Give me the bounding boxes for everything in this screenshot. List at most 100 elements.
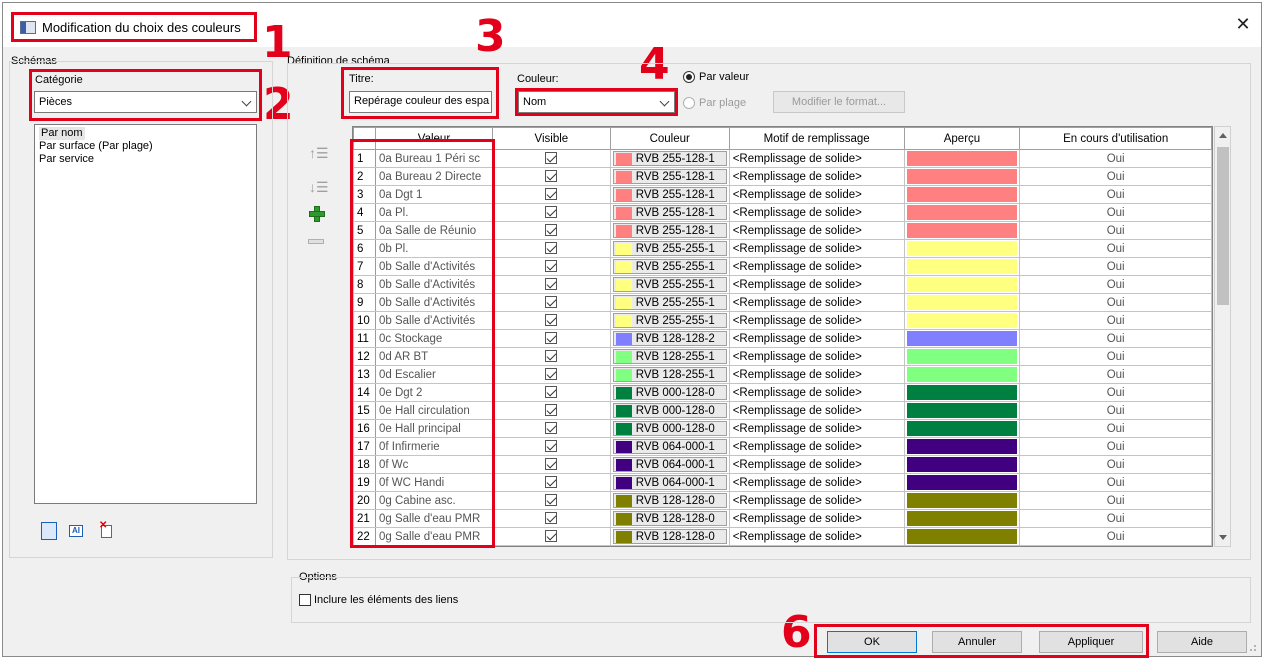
scroll-up-icon[interactable] [1219, 133, 1227, 138]
checkbox-checked-icon[interactable] [545, 368, 558, 381]
visible-cell[interactable] [491, 419, 611, 438]
schema-item[interactable]: Par service [39, 153, 252, 166]
color-cell[interactable]: RVB 255-255-1 [609, 311, 730, 330]
fill-pattern-cell[interactable]: <Remplissage de solide> [728, 239, 905, 258]
checkbox-checked-icon[interactable] [545, 386, 558, 399]
checkbox-checked-icon[interactable] [545, 152, 558, 165]
rename-scheme-icon[interactable]: AI [69, 525, 83, 537]
checkbox-checked-icon[interactable] [545, 188, 558, 201]
checkbox-checked-icon[interactable] [545, 278, 558, 291]
color-cell[interactable]: RVB 255-128-1 [609, 221, 730, 240]
fill-pattern-cell[interactable]: <Remplissage de solide> [728, 149, 905, 168]
visible-cell[interactable] [491, 311, 611, 330]
fill-pattern-cell[interactable]: <Remplissage de solide> [728, 455, 905, 474]
color-picker-button[interactable]: RVB 255-128-1 [612, 205, 727, 220]
visible-cell[interactable] [491, 491, 611, 510]
ok-button[interactable]: OK [827, 631, 917, 653]
color-cell[interactable]: RVB 064-000-1 [609, 437, 730, 456]
fill-pattern-cell[interactable]: <Remplissage de solide> [728, 347, 905, 366]
header-en-cours[interactable]: En cours d'utilisation [1019, 127, 1212, 150]
color-picker-button[interactable]: RVB 128-128-0 [612, 493, 727, 508]
color-cell[interactable]: RVB 000-128-0 [609, 383, 730, 402]
fill-pattern-cell[interactable]: <Remplissage de solide> [728, 401, 905, 420]
color-cell[interactable]: RVB 255-255-1 [609, 293, 730, 312]
color-picker-button[interactable]: RVB 255-128-1 [612, 151, 727, 166]
include-links-checkbox[interactable]: Inclure les éléments des liens [299, 594, 458, 606]
modify-format-button[interactable]: Modifier le format... [773, 91, 905, 113]
visible-cell[interactable] [491, 527, 611, 546]
radio-par-plage[interactable]: Par plage [683, 97, 746, 109]
cancel-button[interactable]: Annuler [932, 631, 1022, 653]
color-picker-button[interactable]: RVB 000-128-0 [612, 403, 727, 418]
visible-cell[interactable] [491, 455, 611, 474]
category-dropdown[interactable]: Pièces [34, 91, 257, 113]
checkbox-checked-icon[interactable] [545, 440, 558, 453]
color-picker-button[interactable]: RVB 255-255-1 [612, 277, 727, 292]
color-cell[interactable]: RVB 128-128-0 [609, 527, 730, 546]
resize-grip-icon[interactable] [1247, 642, 1257, 652]
help-button[interactable]: Aide [1157, 631, 1247, 653]
duplicate-scheme-icon[interactable] [41, 522, 57, 540]
color-picker-button[interactable]: RVB 000-128-0 [612, 421, 727, 436]
checkbox-checked-icon[interactable] [545, 476, 558, 489]
color-picker-button[interactable]: RVB 128-128-2 [612, 331, 727, 346]
fill-pattern-cell[interactable]: <Remplissage de solide> [728, 167, 905, 186]
color-cell[interactable]: RVB 128-128-2 [609, 329, 730, 348]
checkbox-checked-icon[interactable] [545, 422, 558, 435]
fill-pattern-cell[interactable]: <Remplissage de solide> [728, 509, 905, 528]
move-up-icon[interactable]: ↑☰ [309, 145, 329, 162]
fill-pattern-cell[interactable]: <Remplissage de solide> [728, 275, 905, 294]
color-cell[interactable]: RVB 128-128-0 [609, 509, 730, 528]
visible-cell[interactable] [491, 473, 611, 492]
color-cell[interactable]: RVB 000-128-0 [609, 401, 730, 420]
color-picker-button[interactable]: RVB 255-255-1 [612, 241, 727, 256]
color-cell[interactable]: RVB 255-128-1 [609, 185, 730, 204]
fill-pattern-cell[interactable]: <Remplissage de solide> [728, 185, 905, 204]
visible-cell[interactable] [491, 329, 611, 348]
fill-pattern-cell[interactable]: <Remplissage de solide> [728, 437, 905, 456]
color-cell[interactable]: RVB 255-255-1 [609, 239, 730, 258]
add-row-icon[interactable] [309, 206, 325, 222]
visible-cell[interactable] [491, 401, 611, 420]
color-cell[interactable]: RVB 255-255-1 [609, 257, 730, 276]
checkbox-checked-icon[interactable] [545, 458, 558, 471]
checkbox-checked-icon[interactable] [545, 512, 558, 525]
schema-list[interactable]: Par nom Par surface (Par plage) Par serv… [34, 124, 257, 504]
remove-row-icon[interactable] [308, 239, 324, 244]
color-cell[interactable]: RVB 064-000-1 [609, 473, 730, 492]
fill-pattern-cell[interactable]: <Remplissage de solide> [728, 293, 905, 312]
visible-cell[interactable] [491, 239, 611, 258]
visible-cell[interactable] [491, 437, 611, 456]
header-couleur[interactable]: Couleur [609, 127, 730, 150]
schema-item[interactable]: Par nom [39, 127, 252, 140]
checkbox-checked-icon[interactable] [545, 296, 558, 309]
color-cell[interactable]: RVB 255-255-1 [609, 275, 730, 294]
checkbox-checked-icon[interactable] [545, 494, 558, 507]
color-cell[interactable]: RVB 128-255-1 [609, 347, 730, 366]
color-picker-button[interactable]: RVB 064-000-1 [612, 439, 727, 454]
fill-pattern-cell[interactable]: <Remplissage de solide> [728, 221, 905, 240]
color-picker-button[interactable]: RVB 128-128-0 [612, 529, 727, 544]
fill-pattern-cell[interactable]: <Remplissage de solide> [728, 257, 905, 276]
color-picker-button[interactable]: RVB 255-128-1 [612, 169, 727, 184]
fill-pattern-cell[interactable]: <Remplissage de solide> [728, 527, 905, 546]
color-picker-button[interactable]: RVB 128-255-1 [612, 367, 727, 382]
title-input[interactable]: Repérage couleur des espa [349, 91, 492, 113]
fill-pattern-cell[interactable]: <Remplissage de solide> [728, 473, 905, 492]
scroll-thumb[interactable] [1217, 147, 1229, 305]
visible-cell[interactable] [491, 365, 611, 384]
checkbox-checked-icon[interactable] [545, 404, 558, 417]
visible-cell[interactable] [491, 185, 611, 204]
fill-pattern-cell[interactable]: <Remplissage de solide> [728, 365, 905, 384]
header-visible[interactable]: Visible [491, 127, 611, 150]
visible-cell[interactable] [491, 347, 611, 366]
fill-pattern-cell[interactable]: <Remplissage de solide> [728, 311, 905, 330]
color-picker-button[interactable]: RVB 255-255-1 [612, 295, 727, 310]
header-motif[interactable]: Motif de remplissage [728, 127, 905, 150]
schema-item[interactable]: Par surface (Par plage) [39, 140, 252, 153]
apply-button[interactable]: Appliquer [1039, 631, 1143, 653]
checkbox-checked-icon[interactable] [545, 332, 558, 345]
visible-cell[interactable] [491, 293, 611, 312]
color-cell[interactable]: RVB 255-128-1 [609, 167, 730, 186]
visible-cell[interactable] [491, 167, 611, 186]
